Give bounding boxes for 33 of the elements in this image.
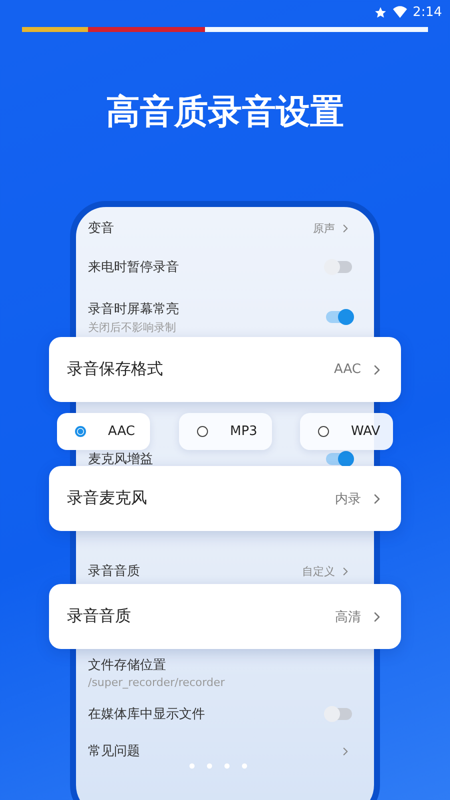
toggle-switch[interactable] [326, 708, 352, 720]
setting-card[interactable]: 录音保存格式 AAC [49, 337, 401, 402]
status-time: 2:14 [412, 4, 442, 20]
card-label: 录音保存格式 [67, 359, 163, 380]
setting-value: 自定义 [302, 564, 335, 578]
setting-value: 原声 [313, 220, 335, 236]
setting-label: 录音音质 [88, 563, 140, 580]
format-option[interactable]: MP3 [179, 413, 272, 450]
card-value: 高清 [335, 608, 361, 626]
toggle-switch[interactable] [326, 261, 352, 273]
setting-label: 常见问题 [88, 743, 140, 760]
toggle-switch[interactable] [326, 311, 352, 323]
page-indicator [189, 763, 249, 769]
setting-label: 来电时暂停录音 [88, 259, 179, 276]
card-value: 内录 [335, 490, 361, 508]
setting-card[interactable]: 录音音质 高清 [49, 584, 401, 649]
setting-label: 麦克风增益 [88, 451, 153, 468]
format-option[interactable]: AAC [57, 413, 150, 450]
page-title: 高音质录音设置 [105, 91, 345, 134]
setting-label: 录音时屏幕常亮 [88, 300, 179, 318]
setting-subtitle: 关闭后不影响录制 [88, 320, 177, 334]
setting-card[interactable]: 录音麦克风 内录 [49, 466, 401, 531]
card-value: AAC [334, 362, 361, 377]
star-icon [374, 6, 387, 18]
format-option[interactable]: WAV [300, 413, 393, 450]
card-label: 录音音质 [67, 606, 131, 627]
setting-label: 在媒体库中显示文件 [88, 706, 205, 723]
card-label: 录音麦克风 [67, 488, 147, 509]
wifi-icon [392, 6, 407, 18]
setting-label: 文件存储位置 [88, 656, 167, 674]
toggle-switch[interactable] [326, 453, 352, 465]
setting-label: 变音 [88, 220, 114, 237]
setting-subtitle: /super_recorder/recorder [88, 676, 225, 688]
